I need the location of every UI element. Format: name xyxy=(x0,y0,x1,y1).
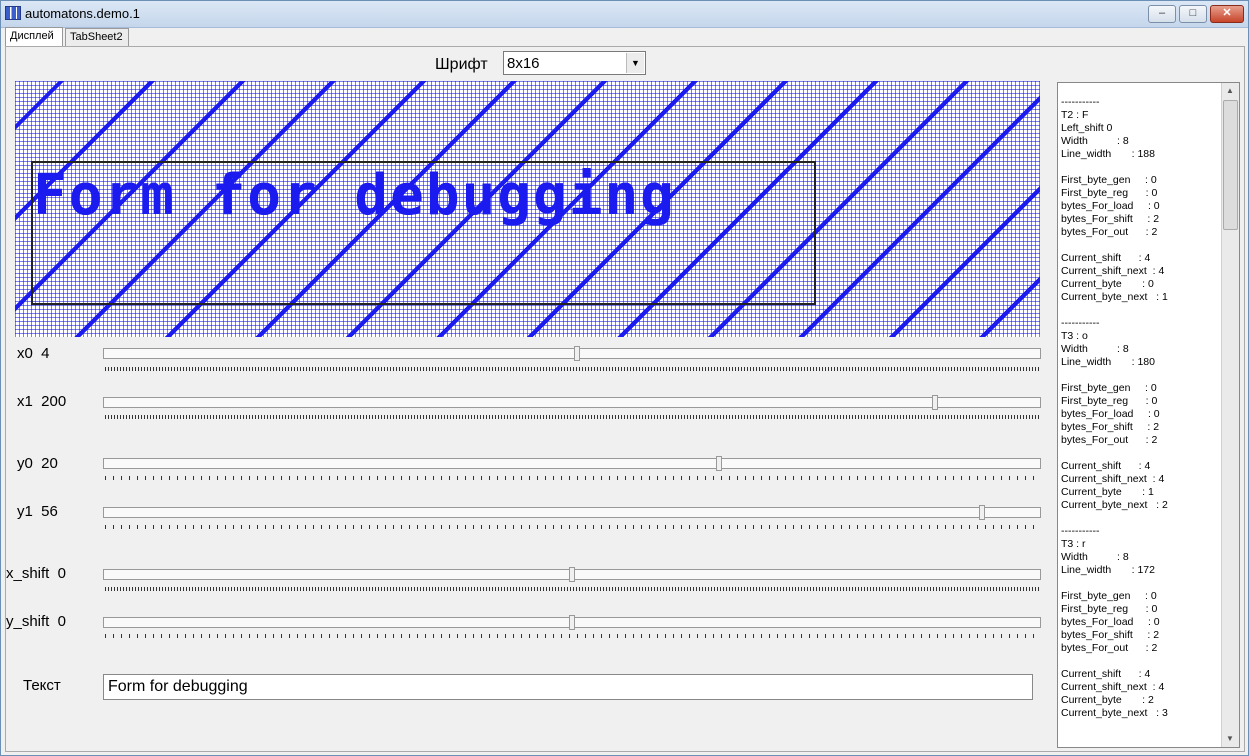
debug-log-line: First_byte_gen : 0 xyxy=(1061,174,1157,186)
debug-log[interactable]: ----------- T2 : F Left_shift 0 Width : 8 Li… xyxy=(1057,82,1240,748)
debug-log-line: Width : 8 xyxy=(1061,135,1129,147)
debug-log-line xyxy=(1061,655,1221,668)
debug-log-line: Current_byte : 2 xyxy=(1061,694,1154,706)
close-button[interactable]: ✕ xyxy=(1210,5,1244,23)
debug-log-lines: ----------- T2 : F Left_shift 0 Width : 8 Li… xyxy=(1061,96,1221,720)
debug-log-line: Current_byte : 0 xyxy=(1061,278,1154,290)
debug-log-line: Line_width : 188 xyxy=(1061,148,1155,160)
y-shift-slider[interactable] xyxy=(103,615,1041,630)
scroll-thumb[interactable] xyxy=(1223,100,1238,230)
debug-log-line: Current_shift : 4 xyxy=(1061,252,1151,264)
debug-log-line: bytes_For_shift : 2 xyxy=(1061,213,1160,225)
debug-log-line: Current_byte_next : 1 xyxy=(1061,291,1168,303)
debug-log-scrollbar[interactable]: ▲ ▼ xyxy=(1221,83,1239,747)
debug-log-line: ----------- xyxy=(1061,96,1100,108)
debug-log-line: Current_shift_next : 4 xyxy=(1061,681,1165,693)
minimize-button[interactable]: – xyxy=(1148,5,1176,23)
debug-log-line: Line_width : 172 xyxy=(1061,564,1155,576)
x-shift-ticks xyxy=(105,587,1039,591)
debug-log-line: ----------- xyxy=(1061,525,1100,537)
y0-slider-thumb[interactable] xyxy=(716,456,723,471)
y1-slider[interactable] xyxy=(103,505,1041,520)
x1-slider[interactable] xyxy=(103,395,1041,410)
debug-log-line: First_byte_reg : 0 xyxy=(1061,187,1158,199)
display-text: Form for debugging xyxy=(33,163,676,228)
x-shift-label: x_shift 0 xyxy=(6,565,67,582)
y0-slider[interactable] xyxy=(103,456,1041,471)
debug-log-line xyxy=(1061,577,1221,590)
x1-ticks xyxy=(105,415,1039,419)
debug-log-line: First_byte_reg : 0 xyxy=(1061,603,1158,615)
tab-tabsheet2[interactable]: TabSheet2 xyxy=(65,28,129,46)
debug-log-line: First_byte_reg : 0 xyxy=(1061,395,1158,407)
debug-log-line: Current_byte_next : 3 xyxy=(1061,707,1168,719)
font-select[interactable]: 8x16 ▼ xyxy=(503,51,646,75)
chevron-down-icon[interactable]: ▼ xyxy=(626,53,644,73)
tab-display[interactable]: Дисплей xyxy=(5,27,63,46)
debug-log-line: Current_byte : 1 xyxy=(1061,486,1154,498)
x-shift-slider-thumb[interactable] xyxy=(569,567,575,582)
debug-log-line: Current_shift_next : 4 xyxy=(1061,265,1165,277)
window-title: automatons.demo.1 xyxy=(25,6,140,21)
debug-log-line: bytes_For_out : 2 xyxy=(1061,434,1158,446)
debug-log-line: ----------- xyxy=(1061,317,1100,329)
y-shift-ticks xyxy=(105,634,1039,638)
scroll-up-icon[interactable]: ▲ xyxy=(1222,83,1238,99)
debug-log-line xyxy=(1061,239,1221,252)
y-shift-slider-thumb[interactable] xyxy=(569,615,575,630)
y1-label: y1 56 xyxy=(17,503,58,520)
text-label: Текст xyxy=(23,677,61,694)
debug-log-line: Current_shift : 4 xyxy=(1061,460,1151,472)
y1-slider-thumb[interactable] xyxy=(978,505,985,520)
y-shift-label: y_shift 0 xyxy=(6,613,67,630)
debug-log-line: bytes_For_out : 2 xyxy=(1061,642,1158,654)
debug-log-line xyxy=(1061,369,1221,382)
x1-slider-thumb[interactable] xyxy=(932,395,938,410)
title-bar[interactable]: automatons.demo.1 – □ ✕ xyxy=(1,1,1248,28)
y0-ticks xyxy=(105,476,1039,480)
maximize-button[interactable]: □ xyxy=(1179,5,1207,23)
debug-log-line: Current_byte_next : 2 xyxy=(1061,499,1168,511)
x1-label: x1 200 xyxy=(17,393,67,410)
debug-log-line xyxy=(1061,512,1221,525)
debug-log-line xyxy=(1061,161,1221,174)
debug-log-line: bytes_For_load : 0 xyxy=(1061,408,1160,420)
font-label: Шрифт xyxy=(435,56,488,73)
debug-log-line xyxy=(1061,447,1221,460)
x0-slider[interactable] xyxy=(103,346,1041,361)
pixel-display: Form for debugging xyxy=(15,81,1040,337)
debug-log-line: Left_shift 0 xyxy=(1061,122,1113,134)
debug-log-line: Line_width : 180 xyxy=(1061,356,1155,368)
debug-log-line: bytes_For_load : 0 xyxy=(1061,200,1160,212)
debug-log-line: Current_shift : 4 xyxy=(1061,668,1151,680)
text-input[interactable] xyxy=(103,674,1033,700)
debug-log-line: T3 : r xyxy=(1061,538,1086,550)
x-shift-slider[interactable] xyxy=(103,567,1041,582)
debug-log-line: T3 : o xyxy=(1061,330,1088,342)
x0-slider-thumb[interactable] xyxy=(573,346,580,361)
y1-ticks xyxy=(105,525,1039,529)
debug-log-line: Current_shift_next : 4 xyxy=(1061,473,1165,485)
debug-log-line: First_byte_gen : 0 xyxy=(1061,590,1157,602)
debug-log-line: bytes_For_out : 2 xyxy=(1061,226,1158,238)
debug-log-line xyxy=(1061,304,1221,317)
x0-ticks xyxy=(105,367,1039,371)
debug-log-line: T2 : F xyxy=(1061,109,1089,121)
debug-log-line: Width : 8 xyxy=(1061,343,1129,355)
x0-label: x0 4 xyxy=(17,345,50,362)
y0-label: y0 20 xyxy=(17,455,58,472)
debug-log-line: First_byte_gen : 0 xyxy=(1061,382,1157,394)
font-select-value: 8x16 xyxy=(507,55,540,72)
scroll-down-icon[interactable]: ▼ xyxy=(1222,731,1238,747)
app-grid-icon[interactable] xyxy=(5,6,21,20)
debug-log-line: bytes_For_shift : 2 xyxy=(1061,421,1160,433)
debug-log-line: bytes_For_load : 0 xyxy=(1061,616,1160,628)
debug-log-line: Width : 8 xyxy=(1061,551,1129,563)
debug-log-line: bytes_For_shift : 2 xyxy=(1061,629,1160,641)
